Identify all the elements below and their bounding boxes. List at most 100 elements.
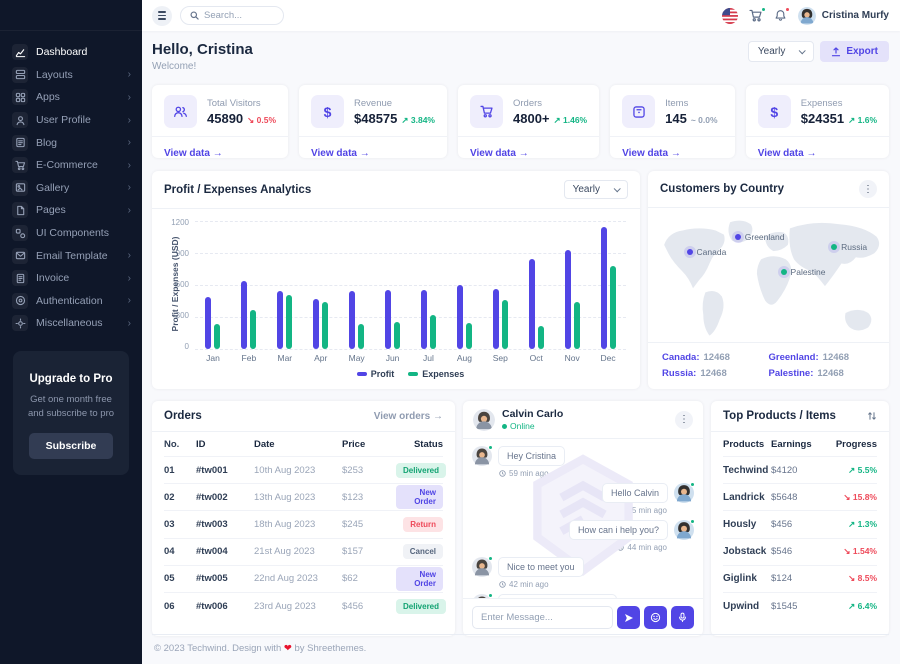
stat-label: Orders (513, 98, 587, 109)
view-data-link[interactable]: View data → (470, 148, 529, 159)
sidebar-item-apps[interactable]: Apps (0, 86, 142, 109)
sidebar-item-pages[interactable]: Pages (0, 199, 142, 222)
x-tick-label: Aug (446, 353, 482, 363)
bar-profit-jun (385, 290, 391, 349)
cart-icon[interactable] (749, 9, 763, 22)
hamburger-menu-icon[interactable] (152, 6, 172, 26)
sidebar-item-layouts[interactable]: Layouts (0, 64, 142, 87)
chat-status: Online (502, 421, 563, 431)
y-tick-label: 1200 (171, 221, 189, 225)
dollar-icon: $ (758, 95, 791, 128)
period-select[interactable]: Yearly (748, 41, 814, 62)
components-icon (12, 225, 28, 241)
page-title: Hello, Cristina (152, 41, 253, 58)
chart-xaxis: JanFebMarAprMayJunJulAugSepOctNovDec (195, 353, 626, 363)
chart-y-axis-label: Profit / Expenses (USD) (170, 229, 180, 339)
bar-group (339, 221, 375, 349)
chat-messages: Hey Cristina 59 min ago Hello Calvin 45 … (463, 439, 703, 598)
table-row: 01#tw00110th Aug 2023$253Delivered (164, 457, 443, 484)
online-dot (488, 556, 493, 561)
sidebar-item-user-profile[interactable]: User Profile (0, 109, 142, 132)
products-table: ProductsEarningsProgress Techwind$41205.… (711, 432, 889, 620)
period-select-value: Yearly (758, 46, 785, 57)
online-dot (488, 593, 493, 598)
search-box[interactable] (180, 6, 284, 25)
search-icon (190, 11, 199, 20)
sort-icon[interactable] (867, 411, 877, 421)
sidebar-item-label: Authentication (36, 295, 103, 307)
status-badge: Delivered (396, 463, 446, 478)
status-badge: New Order (396, 485, 443, 509)
dollar-icon: $ (311, 95, 344, 128)
sidebar: Dashboard Layouts Apps User Profile Blog… (0, 0, 142, 664)
mic-button[interactable] (671, 606, 694, 629)
list-item: Upwind$15456.4% (723, 593, 877, 620)
bar-group (446, 221, 482, 349)
sidebar-item-authentication[interactable]: Authentication (0, 290, 142, 313)
export-button[interactable]: Export (820, 41, 889, 62)
view-data-link[interactable]: View data → (622, 148, 681, 159)
bar-expenses-may (358, 324, 364, 349)
bar-expenses-oct (538, 326, 544, 349)
stat-value: $24351 (801, 111, 844, 126)
bar-group (482, 221, 518, 349)
sidebar-item-invoice[interactable]: Invoice (0, 267, 142, 290)
sidebar-item-gallery[interactable]: Gallery (0, 177, 142, 200)
stat-card-expenses: $ Expenses $243511.6% View data → (746, 85, 889, 158)
sidebar-item-label: E-Commerce (36, 159, 98, 171)
export-label: Export (846, 46, 878, 57)
view-data-link[interactable]: View data → (758, 148, 817, 159)
x-tick-label: Nov (554, 353, 590, 363)
bar-expenses-sep (502, 300, 508, 349)
products-header-row: ProductsEarningsProgress (723, 432, 877, 457)
map-card-title: Customers by Country (660, 183, 784, 195)
sidebar-item-miscellaneous[interactable]: Miscellaneous (0, 312, 142, 335)
chat-message: Hey Cristina (472, 446, 694, 466)
view-data-link[interactable]: View data → (311, 148, 370, 159)
online-dot (690, 482, 695, 487)
stat-label: Total Visitors (207, 98, 276, 109)
kebab-menu-icon[interactable]: ⋮ (859, 180, 877, 198)
message-time: 42 min ago (499, 580, 694, 589)
subscribe-button[interactable]: Subscribe (29, 433, 114, 459)
table-row: 03#tw00318th Aug 2023$245Return (164, 511, 443, 538)
emoji-button[interactable] (644, 606, 667, 629)
country-stat-russia: Russia12468 (662, 368, 769, 379)
bar-group (195, 221, 231, 349)
topbar: Cristina Murfy (142, 0, 900, 31)
language-flag-icon[interactable] (722, 8, 738, 24)
send-button[interactable] (617, 606, 640, 629)
notification-bell-icon[interactable] (774, 9, 787, 22)
bar-group (267, 221, 303, 349)
x-tick-label: Jun (375, 353, 411, 363)
sidebar-item-dashboard[interactable]: Dashboard (0, 41, 142, 64)
sidebar-item-label: UI Components (36, 227, 109, 239)
upgrade-to-pro-panel: Upgrade to Pro Get one month free and su… (13, 351, 129, 476)
status-badge: Delivered (396, 599, 446, 614)
users-icon (164, 95, 197, 128)
bar-profit-feb (241, 281, 247, 349)
message-input[interactable] (472, 606, 613, 629)
map-marker-russia: Russia (831, 242, 867, 252)
chart-period-select[interactable]: Yearly (564, 180, 628, 199)
sidebar-item-email-template[interactable]: Email Template (0, 244, 142, 267)
sidebar-item-ecommerce[interactable]: E-Commerce (0, 154, 142, 177)
gallery-icon (12, 180, 28, 196)
kebab-menu-icon[interactable]: ⋮ (675, 411, 693, 429)
table-row: 05#tw00522nd Aug 2023$62New Order (164, 566, 443, 593)
list-item: Giglink$1248.5% (723, 566, 877, 593)
bar-expenses-feb (250, 310, 256, 349)
sidebar-item-label: Invoice (36, 272, 69, 284)
sidebar-item-ui-components[interactable]: UI Components (0, 222, 142, 245)
search-input[interactable] (204, 10, 274, 21)
view-orders-link[interactable]: View orders → (374, 411, 443, 422)
footer-text: © 2023 Techwind. Design with (154, 643, 281, 654)
country-stat-greenland: Greenland12468 (769, 352, 876, 363)
sidebar-item-blog[interactable]: Blog (0, 131, 142, 154)
view-data-link[interactable]: View data → (164, 148, 223, 159)
stat-value: $48575 (354, 111, 397, 126)
country-stat-canada: Canada12468 (662, 352, 769, 363)
user-menu[interactable]: Cristina Murfy (798, 7, 889, 25)
chart-legend: Profit Expenses (195, 363, 626, 383)
footer-text: by Shreethemes. (294, 643, 366, 654)
